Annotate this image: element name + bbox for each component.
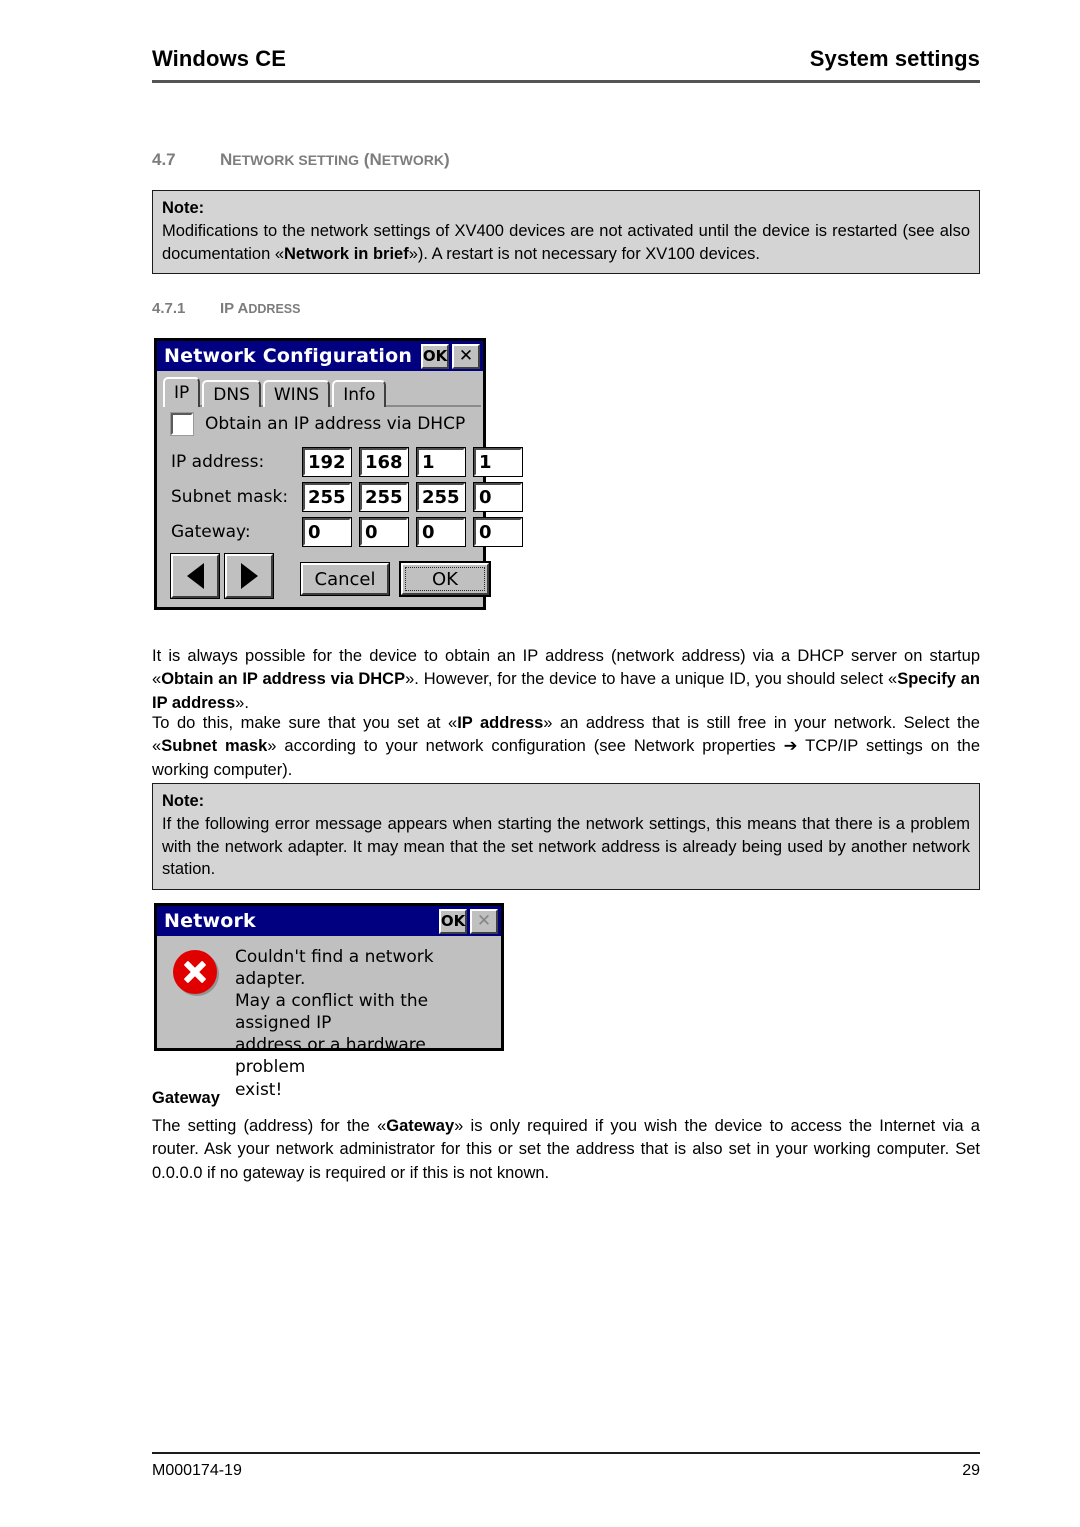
- header-right-title: System settings: [809, 46, 980, 71]
- dialog-title: Network Configuration: [164, 345, 413, 367]
- ip-address-octet-2[interactable]: 168: [359, 447, 409, 477]
- para-ip-part1: To do this, make sure that you set at «: [152, 714, 458, 732]
- ip-address-octet-3[interactable]: 1: [416, 447, 466, 477]
- gateway-octet-1[interactable]: 0: [302, 517, 352, 547]
- paragraph-gateway: The setting (address) for the «Gateway» …: [152, 1115, 980, 1185]
- gateway-row: Gateway: 0 0 0 0: [171, 517, 531, 547]
- dhcp-checkbox-row[interactable]: Obtain an IP address via DHCP: [170, 412, 466, 436]
- tab-strip: IP DNS WINS Info: [163, 377, 388, 407]
- error-titlebar-ok-button[interactable]: OK: [439, 908, 467, 934]
- section-title: NETWORK SETTING (NETWORK): [220, 150, 450, 170]
- arrow-left-icon: [186, 563, 204, 589]
- para-ip-part3: » according to your network configuratio…: [267, 737, 784, 756]
- para-dhcp-part3: ».: [235, 693, 249, 712]
- scroll-left-button[interactable]: [170, 553, 220, 599]
- subsection-title-cap: IP A: [220, 300, 249, 317]
- note-2-title: Note:: [162, 792, 205, 810]
- error-dialog-title: Network: [164, 910, 256, 932]
- paragraph-dhcp: It is always possible for the device to …: [152, 645, 980, 715]
- tab-ip[interactable]: IP: [163, 377, 201, 407]
- ip-address-octet-4[interactable]: 1: [473, 447, 523, 477]
- error-message: Couldn't find a network adapter. May a c…: [235, 947, 434, 1100]
- error-icon: [173, 950, 217, 994]
- section-title-cap1: N: [220, 150, 233, 169]
- focus-ring: [405, 567, 485, 591]
- note-box-restart: Note: Modifications to the network setti…: [152, 190, 980, 275]
- para-ip-bold2: Subnet mask: [161, 737, 268, 756]
- subnet-mask-octet-1[interactable]: 255: [302, 482, 352, 512]
- subnet-mask-octet-4[interactable]: 0: [473, 482, 523, 512]
- dhcp-checkbox-label: Obtain an IP address via DHCP: [205, 414, 466, 434]
- section-title-paren-close: ): [443, 150, 450, 169]
- ok-button[interactable]: OK: [399, 561, 491, 597]
- tab-info[interactable]: Info: [332, 380, 387, 407]
- titlebar-ok-button[interactable]: OK: [421, 343, 449, 369]
- ip-address-row: IP address: 192 168 1 1: [171, 447, 531, 477]
- note-bold-term: Network in brief: [284, 244, 409, 263]
- subnet-mask-octet-2[interactable]: 255: [359, 482, 409, 512]
- footer-divider: [152, 1452, 980, 1454]
- subsection-heading: 4.7.1 IP ADDRESS: [152, 300, 980, 317]
- document-id: M000174-19: [152, 1462, 242, 1479]
- close-icon: ✕: [470, 908, 498, 934]
- para-dhcp-part2: ». However, for the device to have a uni…: [405, 670, 898, 689]
- network-error-dialog: Network OK ✕ Couldn't find a network ada…: [154, 903, 504, 1100]
- tab-wins[interactable]: WINS: [262, 380, 331, 407]
- paragraph-ip-address: To do this, make sure that you set at «I…: [152, 712, 980, 782]
- page-footer: M000174-19 29: [152, 1462, 980, 1480]
- running-header: Windows CE System settings: [152, 46, 980, 72]
- subnet-mask-octet-3[interactable]: 255: [416, 482, 466, 512]
- cancel-button[interactable]: Cancel: [300, 562, 390, 596]
- dhcp-checkbox[interactable]: [170, 412, 194, 436]
- document-page: Windows CE System settings 4.7 NETWORK S…: [0, 0, 1080, 1527]
- header-left-title: Windows CE: [152, 46, 287, 71]
- tab-dns[interactable]: DNS: [202, 380, 261, 407]
- gateway-octet-2[interactable]: 0: [359, 517, 409, 547]
- close-icon[interactable]: ✕: [452, 343, 480, 369]
- ip-address-label: IP address:: [171, 452, 265, 472]
- note-box-error: Note: If the following error message app…: [152, 783, 980, 891]
- error-dialog-titlebar: Network OK ✕: [157, 906, 501, 936]
- network-configuration-dialog: Network Configuration OK ✕ IP DNS WINS I…: [154, 338, 523, 610]
- gateway-octet-4[interactable]: 0: [473, 517, 523, 547]
- section-title-rest1: ETWORK SETTING: [232, 152, 360, 168]
- note-body: Modifications to the network settings of…: [162, 220, 970, 266]
- arrow-icon: ➔: [783, 737, 798, 756]
- dialog-titlebar: Network Configuration OK ✕: [157, 341, 483, 371]
- subsection-title: IP ADDRESS: [220, 300, 300, 317]
- arrow-right-icon: [240, 563, 258, 589]
- note-title: Note:: [162, 199, 205, 217]
- header-divider: [152, 80, 980, 83]
- section-title-paren-open: (N: [359, 150, 382, 169]
- gateway-octet-3[interactable]: 0: [416, 517, 466, 547]
- gateway-section-heading: Gateway: [152, 1089, 220, 1107]
- page-number: 29: [962, 1462, 980, 1479]
- para-gw-part1: The setting (address) for the «: [152, 1117, 387, 1135]
- gateway-label: Gateway:: [171, 522, 251, 542]
- para-gw-bold1: Gateway: [386, 1117, 455, 1135]
- note-2-body: If the following error message appears w…: [162, 814, 970, 879]
- section-number: 4.7: [152, 150, 176, 169]
- section-title-rest2: ETWORK: [381, 152, 444, 168]
- scroll-right-button[interactable]: [224, 553, 274, 599]
- subnet-mask-row: Subnet mask: 255 255 255 0: [171, 482, 531, 512]
- section-heading: 4.7 NETWORK SETTING (NETWORK): [152, 150, 980, 170]
- subsection-number: 4.7.1: [152, 300, 186, 317]
- subsection-title-rest: DDRESS: [248, 302, 301, 316]
- para-dhcp-bold1: Obtain an IP address via DHCP: [161, 670, 406, 689]
- note-text-part2: »). A restart is not necessary for XV100…: [408, 244, 760, 263]
- subnet-mask-label: Subnet mask:: [171, 487, 289, 507]
- para-ip-bold1: IP address: [457, 714, 544, 732]
- ip-address-octet-1[interactable]: 192: [302, 447, 352, 477]
